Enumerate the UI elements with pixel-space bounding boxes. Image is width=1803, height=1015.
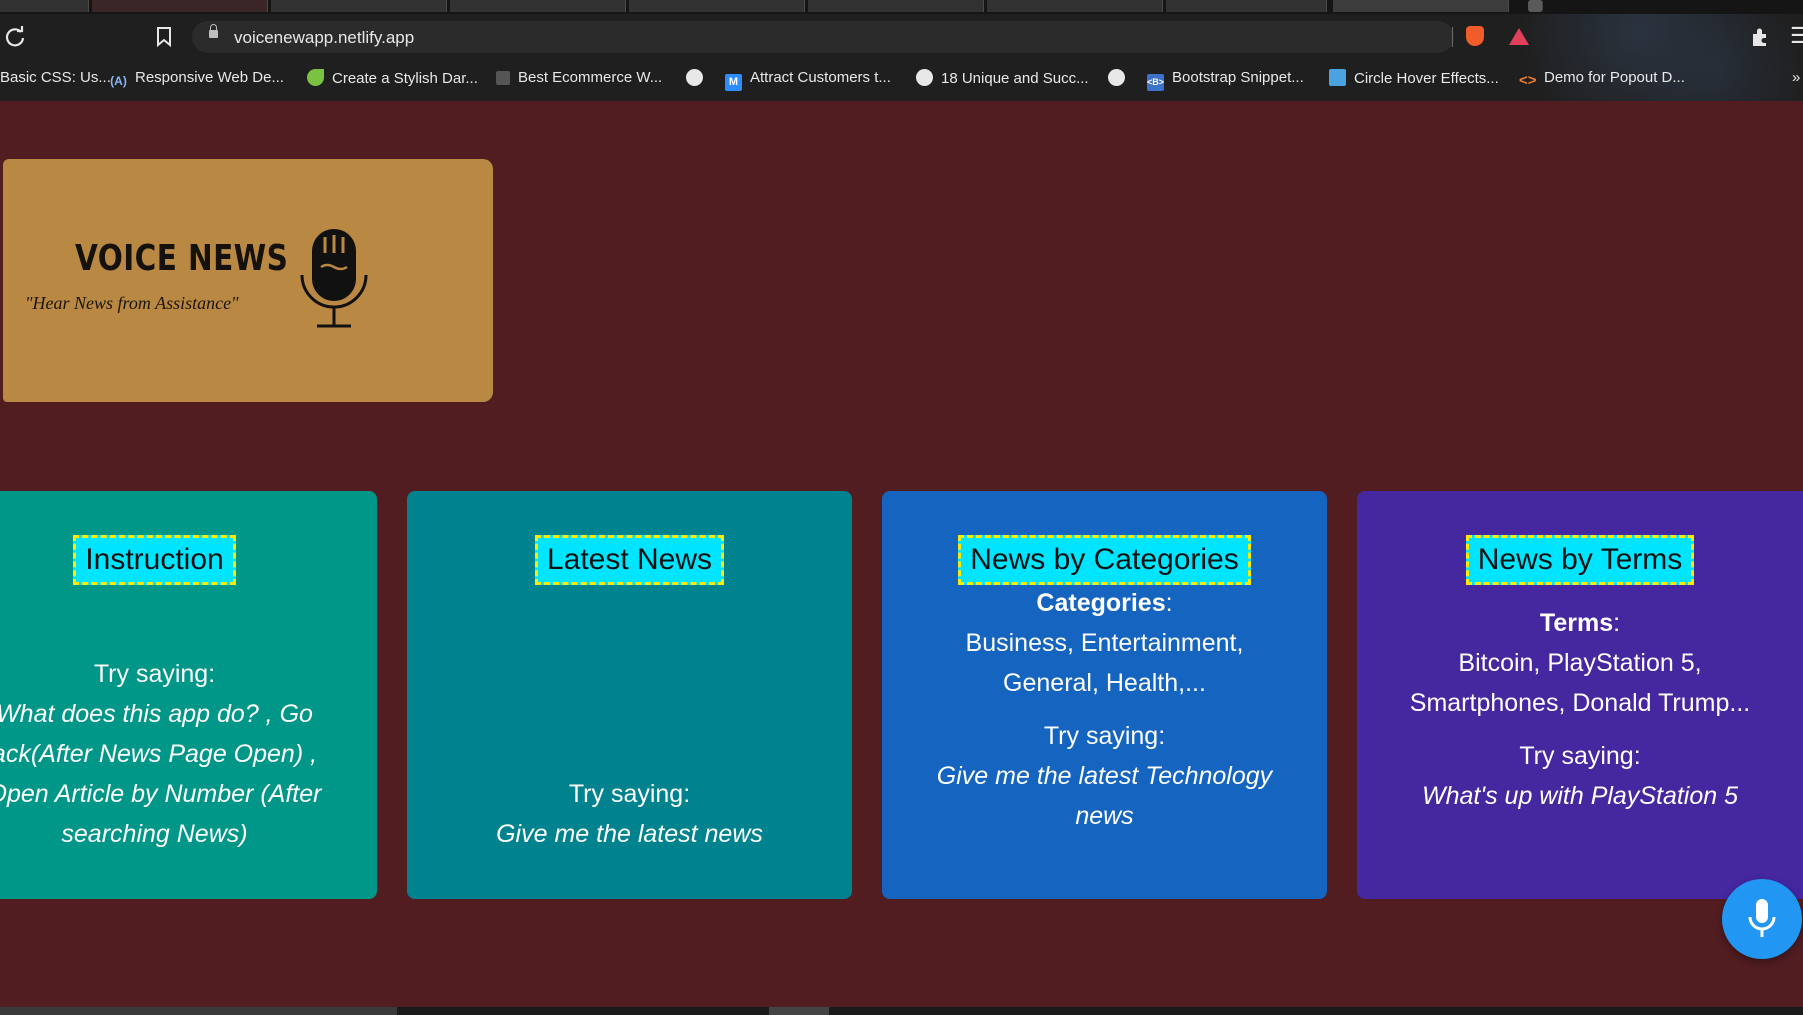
logo-tagline: "Hear News from Assistance": [25, 293, 239, 313]
browser-tab-active[interactable]: [1333, 0, 1509, 12]
list-items: General, Health,...: [1003, 669, 1206, 697]
browser-tab[interactable]: [92, 0, 268, 12]
card-title-wrap: Latest News: [407, 535, 852, 585]
card-body: Categories: Business, Entertainment, Gen…: [882, 583, 1327, 836]
browser-tab[interactable]: [0, 0, 89, 12]
try-label: Try saying:: [93, 660, 216, 688]
drop-icon: [1329, 69, 1346, 86]
try-label: Try saying:: [1519, 742, 1641, 770]
card-body: Try saying: Give me the latest news: [407, 774, 852, 854]
brave-shield-icon[interactable]: [1466, 26, 1484, 46]
bookmark-item[interactable]: <B> Bootstrap Snippet...: [1147, 69, 1304, 91]
leaf-icon: [307, 69, 324, 86]
example-text: searching News): [61, 820, 248, 848]
bookmark-item[interactable]: Create a Stylish Dar...: [307, 69, 478, 87]
bookmark-item[interactable]: Basic CSS: Us...: [0, 69, 111, 86]
example-text: What's up with PlayStation 5: [1421, 782, 1739, 810]
voice-news-logo: VOICE NEWS "Hear News from Assistance": [3, 159, 493, 402]
code-icon: <>: [1519, 72, 1537, 89]
card-latest-news[interactable]: Latest News Try saying: Give me the late…: [407, 491, 852, 899]
brave-rewards-icon[interactable]: [1509, 28, 1529, 45]
bookmark-label: Bootstrap Snippet...: [1172, 69, 1304, 86]
bookmark-item[interactable]: [686, 69, 711, 87]
list-label: Terms: [1539, 609, 1614, 637]
browser-tab[interactable]: [629, 0, 805, 12]
chart-icon: [496, 71, 510, 85]
card-body: Try saying: What does this app do? , Go …: [0, 654, 377, 854]
example-text: news: [1075, 802, 1134, 830]
a11y-icon: (A): [110, 74, 127, 88]
try-label: Try saying:: [1043, 722, 1166, 750]
example-text: What does this app do? , Go: [0, 700, 313, 728]
bookmark-label: Circle Hover Effects...: [1354, 70, 1499, 87]
bookmark-label: 18 Unique and Succ...: [941, 70, 1089, 87]
list-label: Categories: [1036, 589, 1166, 617]
bookmarks-bar: Basic CSS: Us... (A) Responsive Web De...…: [0, 64, 1803, 94]
divider: [1452, 27, 1453, 47]
card-title: News by Categories: [958, 535, 1251, 585]
bookmark-item[interactable]: Circle Hover Effects...: [1329, 69, 1499, 87]
example-text: Give me the latest Technology: [936, 762, 1273, 790]
card-title-wrap: Instruction: [0, 535, 377, 585]
bookmark-label: Create a Stylish Dar...: [332, 70, 478, 87]
list-items: Smartphones, Donald Trump...: [1409, 689, 1751, 717]
example-text: Open Article by Number (After: [0, 780, 322, 808]
try-label: Try saying:: [568, 780, 691, 808]
lock-icon: [209, 24, 218, 38]
browser-chrome: voicenewapp.netlify.app ☰ Basic CSS: Us.…: [0, 0, 1803, 101]
m-icon: M: [725, 74, 742, 91]
menu-icon[interactable]: ☰: [1790, 25, 1803, 47]
browser-tab[interactable]: [987, 0, 1163, 12]
bookmark-label: Attract Customers t...: [750, 69, 891, 86]
browser-tab[interactable]: [808, 0, 984, 12]
globe-icon: [686, 69, 703, 86]
card-title: Instruction: [73, 535, 236, 585]
globe-icon: [916, 69, 933, 86]
example-text: Give me the latest news: [496, 820, 763, 848]
card-body: Terms: Bitcoin, PlayStation 5, Smartphon…: [1357, 603, 1803, 816]
card-news-by-categories[interactable]: News by Categories Categories: Business,…: [882, 491, 1327, 899]
scrollbar-thumb[interactable]: [0, 1007, 397, 1015]
card-instruction[interactable]: Instruction Try saying: What does this a…: [0, 491, 377, 899]
scrollbar-segment: [769, 1007, 829, 1015]
bootstrap-icon: <B>: [1147, 74, 1164, 91]
browser-tab[interactable]: [450, 0, 626, 12]
card-title: News by Terms: [1465, 535, 1695, 585]
bookmark-item[interactable]: Best Ecommerce W...: [496, 69, 662, 86]
microphone-icon: [1748, 899, 1776, 937]
microphone-icon: [300, 229, 368, 328]
tab-strip: [0, 0, 1803, 14]
browser-tab[interactable]: [1166, 0, 1327, 12]
bookmark-item[interactable]: [1108, 69, 1133, 87]
bookmark-label: Best Ecommerce W...: [518, 69, 663, 86]
list-items: Bitcoin, PlayStation 5,: [1458, 649, 1702, 677]
card-title: Latest News: [534, 535, 725, 585]
card-title-wrap: News by Categories: [882, 535, 1327, 585]
new-tab-button[interactable]: [1528, 0, 1543, 12]
bookmark-item[interactable]: <> Demo for Popout D...: [1519, 69, 1685, 89]
extensions-icon[interactable]: [1749, 26, 1771, 48]
globe-icon: [1108, 69, 1125, 86]
card-title-wrap: News by Terms: [1357, 535, 1803, 585]
bookmark-icon[interactable]: [156, 27, 172, 47]
address-url[interactable]: voicenewapp.netlify.app: [234, 28, 414, 48]
toolbar: voicenewapp.netlify.app ☰: [0, 16, 1803, 60]
bookmark-label: Basic CSS: Us...: [0, 69, 111, 86]
bookmark-label: Responsive Web De...: [135, 69, 284, 86]
bookmark-item[interactable]: 18 Unique and Succ...: [916, 69, 1089, 87]
bookmark-item[interactable]: (A) Responsive Web De...: [110, 69, 284, 90]
logo-title: VOICE NEWS: [75, 238, 289, 279]
list-items: Business, Entertainment,: [965, 629, 1244, 657]
bookmark-item[interactable]: M Attract Customers t...: [725, 69, 891, 91]
address-bar[interactable]: voicenewapp.netlify.app: [192, 21, 1454, 53]
example-text: ack(After News Page Open) ,: [0, 740, 318, 768]
card-news-by-terms[interactable]: News by Terms Terms: Bitcoin, PlayStatio…: [1357, 491, 1803, 899]
bookmarks-overflow[interactable]: »: [1792, 69, 1800, 86]
voice-assistant-button[interactable]: [1722, 879, 1802, 959]
horizontal-scrollbar[interactable]: [0, 1007, 1803, 1015]
bookmark-label: Demo for Popout D...: [1544, 69, 1685, 86]
browser-tab[interactable]: [271, 0, 447, 12]
reload-icon[interactable]: [4, 26, 26, 48]
